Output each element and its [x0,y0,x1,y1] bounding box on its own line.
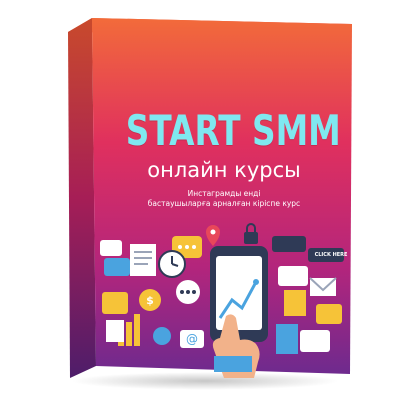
like-icon [153,327,171,345]
svg-text:@: @ [186,332,198,346]
product-title: START SMM [125,106,341,155]
dots-bubble-icon [176,280,200,304]
svg-text:$: $ [146,294,154,307]
product-subtitle: онлайн курсы [147,158,301,182]
clock-icon [158,250,186,278]
graph-icon [276,324,298,354]
description-line-1: Инстаграмды енді [187,189,261,198]
phone-icon [210,246,268,342]
product-box-scene: $ @ START SMM онлайн курсы Инстаграмды е… [0,0,400,400]
mail-icon [309,277,337,296]
click-here-label: CLICK HERE [314,252,348,258]
box-left-face [68,18,96,378]
coin-icon: $ [139,289,161,311]
at-sign-icon: @ [180,330,204,348]
document-icon [130,244,156,276]
description-line-2: бастаушыларға арналған кіріспе курс [147,199,301,208]
